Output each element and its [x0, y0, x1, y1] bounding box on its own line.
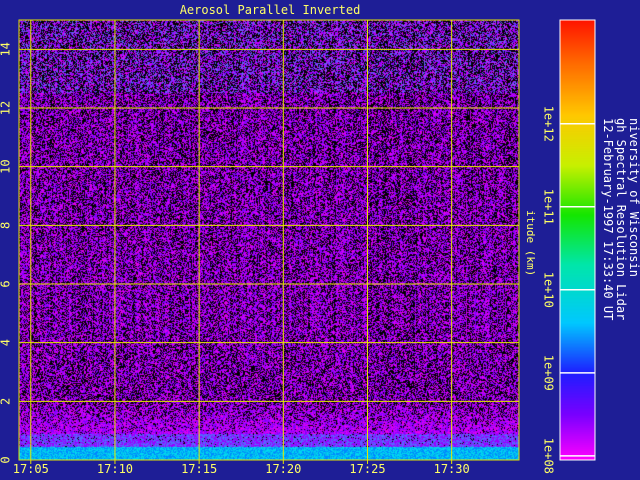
colorbar-tick-label: 1e+11	[542, 189, 556, 225]
x-tick-label: 17:25	[349, 462, 385, 476]
y-tick-label: 6	[0, 280, 13, 287]
y-axis-label: itude (km)	[524, 210, 537, 276]
y-tick-label: 2	[0, 398, 13, 405]
y-tick-label: 12	[0, 101, 13, 115]
y-tick-label: 14	[0, 42, 13, 56]
plot-area	[19, 20, 519, 460]
y-tick-label: 8	[0, 222, 13, 229]
x-tick-label: 17:05	[13, 462, 49, 476]
x-tick-label: 17:30	[434, 462, 470, 476]
chart-title: Aerosol Parallel Inverted	[180, 3, 361, 17]
annotation-line: gh Spectral Resolution Lidar	[614, 118, 628, 320]
backscatter-heatmap	[19, 20, 519, 460]
annotation-line: 12-February-1997 17:33:40 UT	[601, 118, 615, 320]
y-tick-label: 0	[0, 456, 13, 463]
y-tick-label: 10	[0, 159, 13, 173]
colorbar-tick-label: 1e+10	[542, 272, 556, 308]
y-tick-label: 4	[0, 339, 13, 346]
x-tick-label: 17:15	[181, 462, 217, 476]
colorbar-tick-label: 1e+12	[542, 106, 556, 142]
colorbar-tick-label: 1e+09	[542, 355, 556, 391]
lidar-chart: Aerosol Parallel Inverted 17:05 17:10 17:1…	[0, 0, 640, 480]
colorbar-gradient	[560, 20, 595, 460]
x-tick-label: 17:10	[97, 462, 133, 476]
x-tick-label: 17:20	[265, 462, 301, 476]
colorbar-tick-label: 1e+08	[542, 438, 556, 474]
